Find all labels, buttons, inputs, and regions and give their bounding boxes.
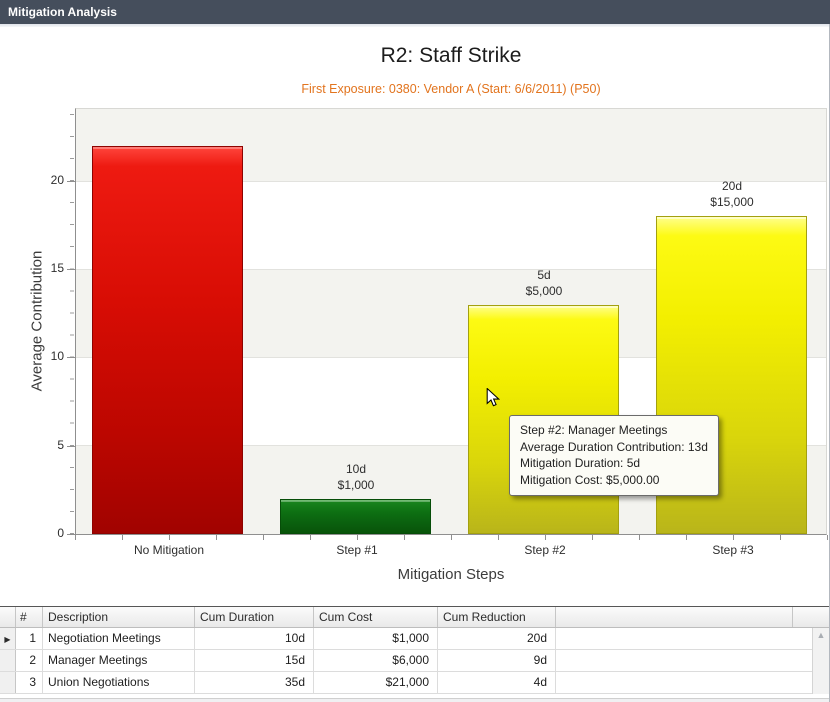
y-tick-10 <box>67 357 75 358</box>
tooltip-line: Step #2: Manager Meetings <box>520 422 708 439</box>
window-bottom-strip <box>0 698 830 702</box>
titlebar-edge <box>0 24 830 27</box>
mitigation-analysis-window: Mitigation Analysis R2: Staff Strike Fir… <box>0 0 830 702</box>
mouse-cursor-icon <box>486 388 500 412</box>
bar-step-1[interactable] <box>280 499 431 534</box>
cell-cum-duration[interactable]: 35d <box>195 672 314 693</box>
column-header-cum-reduction[interactable]: Cum Reduction <box>438 607 556 627</box>
cell-cum-duration[interactable]: 10d <box>195 628 314 649</box>
y-tick-5 <box>67 446 75 447</box>
y-tick-label: 20 <box>28 173 64 187</box>
cell-filler <box>556 650 812 671</box>
scroll-up-icon[interactable]: ▲ <box>813 628 829 642</box>
bar-no-mitigation[interactable] <box>92 146 243 534</box>
column-header-tail <box>793 607 830 627</box>
cell-description[interactable]: Negotiation Meetings <box>43 628 195 649</box>
x-axis-title: Mitigation Steps <box>75 566 827 583</box>
cell-cum-reduction[interactable]: 9d <box>438 650 556 671</box>
bar-label-step-2: 5d $5,000 <box>450 267 638 299</box>
bar-label-duration: 20d <box>638 178 826 194</box>
table-header-row: # Description Cum Duration Cum Cost Cum … <box>0 607 830 628</box>
column-header-cum-duration[interactable]: Cum Duration <box>195 607 314 627</box>
table-vertical-scrollbar[interactable]: ▲ <box>812 628 829 694</box>
cell-cum-cost[interactable]: $6,000 <box>314 650 438 671</box>
y-tick-15 <box>67 269 75 270</box>
cell-cum-cost[interactable]: $1,000 <box>314 628 438 649</box>
chart-title: R2: Staff Strike <box>75 44 827 68</box>
x-axis-ticks <box>75 535 828 540</box>
chart-tooltip: Step #2: Manager Meetings Average Durati… <box>509 415 719 496</box>
cell-cum-reduction[interactable]: 4d <box>438 672 556 693</box>
cell-cum-duration[interactable]: 15d <box>195 650 314 671</box>
header-row-selector <box>0 607 16 627</box>
row-selector-cell[interactable] <box>0 650 16 671</box>
cell-cum-reduction[interactable]: 20d <box>438 628 556 649</box>
bar-label-cost: $15,000 <box>638 194 826 210</box>
cell-cum-cost[interactable]: $21,000 <box>314 672 438 693</box>
bar-label-step-3: 20d $15,000 <box>638 178 826 210</box>
cell-description[interactable]: Union Negotiations <box>43 672 195 693</box>
x-category-label: Step #3 <box>639 543 827 557</box>
table-row[interactable]: ▶ 1 Negotiation Meetings 10d $1,000 20d <box>0 628 813 650</box>
chart-subtitle: First Exposure: 0380: Vendor A (Start: 6… <box>55 82 830 96</box>
x-category-label: Step #1 <box>263 543 451 557</box>
x-category-label: Step #2 <box>451 543 639 557</box>
bar-label-cost: $1,000 <box>262 477 450 493</box>
tooltip-line: Mitigation Cost: $5,000.00 <box>520 472 708 489</box>
column-header-num[interactable]: # <box>16 607 43 627</box>
bar-label-step-1: 10d $1,000 <box>262 461 450 493</box>
y-tick-label: 15 <box>28 261 64 275</box>
cell-description[interactable]: Manager Meetings <box>43 650 195 671</box>
cell-filler <box>556 672 812 693</box>
table-row[interactable]: 2 Manager Meetings 15d $6,000 9d <box>0 650 813 672</box>
window-title: Mitigation Analysis <box>8 5 117 19</box>
bar-label-duration: 10d <box>262 461 450 477</box>
y-tick-label: 5 <box>28 438 64 452</box>
y-tick-20 <box>67 181 75 182</box>
y-tick-0 <box>67 534 75 535</box>
cell-filler <box>556 628 812 649</box>
cell-num[interactable]: 3 <box>16 672 43 693</box>
row-selector-cell[interactable]: ▶ <box>0 628 16 649</box>
bar-label-cost: $5,000 <box>450 283 638 299</box>
column-header-description[interactable]: Description <box>43 607 195 627</box>
table-row[interactable]: 3 Union Negotiations 35d $21,000 4d <box>0 672 813 694</box>
window-titlebar[interactable]: Mitigation Analysis <box>0 0 830 24</box>
tooltip-line: Average Duration Contribution: 13d <box>520 439 708 456</box>
cell-num[interactable]: 2 <box>16 650 43 671</box>
x-category-label: No Mitigation <box>75 543 263 557</box>
y-tick-label: 0 <box>28 526 64 540</box>
tooltip-line: Mitigation Duration: 5d <box>520 455 708 472</box>
column-header-cum-cost[interactable]: Cum Cost <box>314 607 438 627</box>
y-tick-label: 10 <box>28 349 64 363</box>
cell-num[interactable]: 1 <box>16 628 43 649</box>
bar-label-duration: 5d <box>450 267 638 283</box>
active-row-marker-icon: ▶ <box>4 635 10 644</box>
y-axis-minor-ticks <box>70 108 74 534</box>
column-header-filler <box>556 607 793 627</box>
row-selector-cell[interactable] <box>0 672 16 693</box>
